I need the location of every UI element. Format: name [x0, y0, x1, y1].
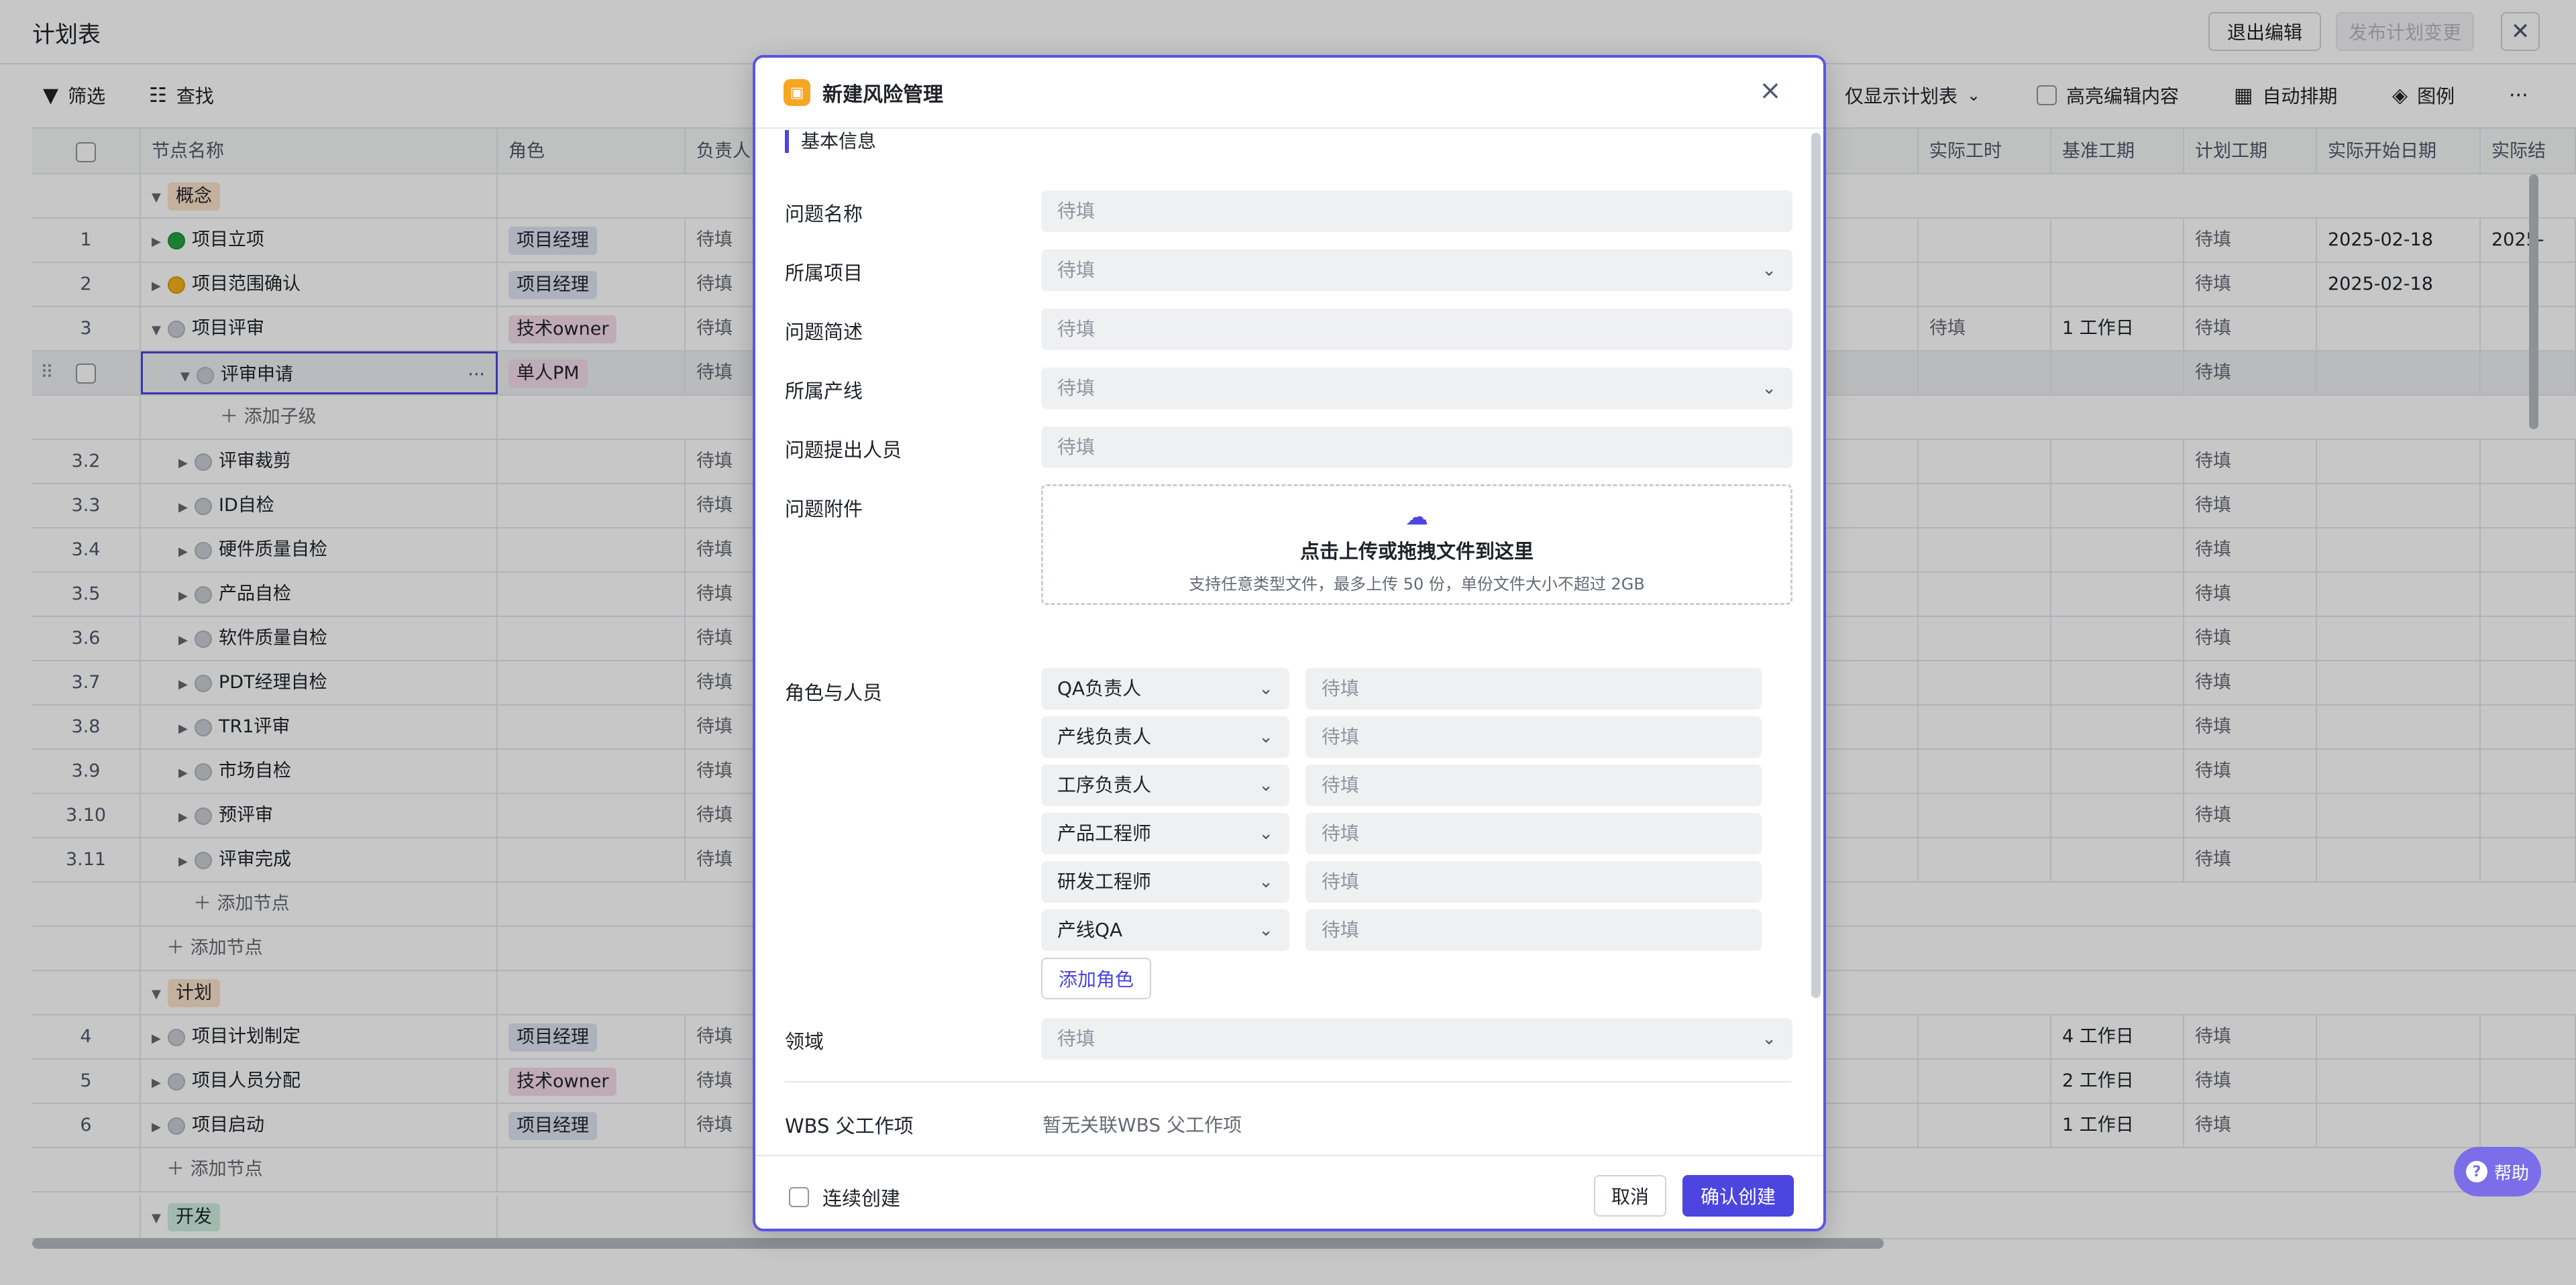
project-label: 所属项目	[785, 262, 863, 284]
continue-create-toggle[interactable]: 连续创建	[789, 1183, 900, 1211]
product-line-label: 所属产线	[785, 380, 863, 402]
cancel-button[interactable]: 取消	[1594, 1175, 1666, 1217]
role-select-value: 产线QA	[1057, 919, 1123, 941]
role-person-input[interactable]: 待填	[1305, 861, 1762, 903]
domain-label: 领域	[785, 1030, 824, 1053]
product-line-select[interactable]: 待填 ⌄	[1041, 368, 1792, 409]
domain-placeholder: 待填	[1057, 1027, 1095, 1050]
risk-logo-icon: ▣	[784, 79, 810, 106]
add-role-button[interactable]: 添加角色	[1041, 958, 1151, 999]
continue-create-checkbox[interactable]	[789, 1187, 809, 1207]
role-select-value: 工序负责人	[1057, 774, 1152, 796]
chevron-down-icon: ⌄	[1258, 727, 1273, 747]
upload-hint: 支持任意类型文件，最多上传 50 份，单份文件大小不超过 2GB	[1189, 575, 1645, 594]
summary-input[interactable]: 待填	[1041, 309, 1792, 350]
close-icon[interactable]: ×	[1754, 74, 1787, 107]
role-select[interactable]: QA负责人 ⌄	[1041, 668, 1289, 710]
product-line-placeholder: 待填	[1057, 377, 1095, 399]
upload-title: 点击上传或拖拽文件到这里	[1299, 540, 1534, 563]
help-label: 帮助	[2493, 1163, 2529, 1184]
issue-name-label: 问题名称	[785, 203, 863, 225]
reporter-input[interactable]: 待填	[1041, 427, 1792, 468]
role-select-value: 研发工程师	[1057, 871, 1152, 893]
cloud-upload-icon: ☁	[1405, 504, 1428, 530]
project-placeholder: 待填	[1057, 259, 1095, 281]
dialog-title: 新建风险管理	[822, 83, 943, 107]
dialog-header: ▣ 新建风险管理 ×	[755, 58, 1823, 129]
help-icon: ?	[2465, 1161, 2487, 1182]
role-person-input[interactable]: 待填	[1305, 765, 1762, 806]
role-select[interactable]: 研发工程师 ⌄	[1041, 861, 1289, 903]
divider	[785, 1081, 1791, 1082]
summary-label: 问题简述	[785, 321, 863, 343]
chevron-down-icon: ⌄	[1258, 679, 1273, 699]
chevron-down-icon: ⌄	[1762, 378, 1776, 398]
role-select[interactable]: 产线QA ⌄	[1041, 909, 1289, 951]
chevron-down-icon: ⌄	[1258, 775, 1273, 795]
dialog-scrollbar[interactable]	[1811, 133, 1821, 998]
role-select-value: QA负责人	[1057, 677, 1142, 700]
attachment-label: 问题附件	[785, 498, 863, 520]
wbs-label: WBS 父工作项	[785, 1115, 914, 1137]
confirm-create-button[interactable]: 确认创建	[1682, 1175, 1794, 1217]
role-select-value: 产线负责人	[1057, 726, 1152, 748]
chevron-down-icon: ⌄	[1762, 1029, 1776, 1049]
reporter-label: 问题提出人员	[785, 439, 902, 461]
project-select[interactable]: 待填 ⌄	[1041, 249, 1792, 291]
help-button[interactable]: ? 帮助	[2454, 1147, 2541, 1196]
role-person-input[interactable]: 待填	[1305, 813, 1762, 854]
continue-create-label: 连续创建	[822, 1187, 901, 1210]
roles-label: 角色与人员	[785, 681, 883, 704]
chevron-down-icon: ⌄	[1258, 920, 1273, 940]
section-title: 基本信息	[785, 130, 876, 153]
dialog-footer: 连续创建 取消 确认创建	[755, 1155, 1823, 1229]
upload-dropzone[interactable]: ☁ 点击上传或拖拽文件到这里 支持任意类型文件，最多上传 50 份，单份文件大小…	[1041, 484, 1792, 605]
role-person-input[interactable]: 待填	[1305, 716, 1762, 758]
role-select[interactable]: 工序负责人 ⌄	[1041, 765, 1289, 806]
chevron-down-icon: ⌄	[1258, 872, 1273, 892]
wbs-value: 暂无关联WBS 父工作项	[1042, 1114, 1242, 1136]
domain-select[interactable]: 待填 ⌄	[1041, 1018, 1792, 1060]
chevron-down-icon: ⌄	[1258, 824, 1273, 844]
role-person-input[interactable]: 待填	[1305, 668, 1762, 710]
role-person-input[interactable]: 待填	[1305, 909, 1762, 951]
chevron-down-icon: ⌄	[1762, 260, 1776, 280]
issue-name-input[interactable]: 待填	[1041, 190, 1792, 232]
new-risk-dialog: ▣ 新建风险管理 × 基本信息 问题名称 待填 所属项目 待填 ⌄ 问题简述 待填…	[753, 55, 1826, 1231]
role-select-value: 产品工程师	[1057, 822, 1152, 844]
role-select[interactable]: 产线负责人 ⌄	[1041, 716, 1289, 758]
role-select[interactable]: 产品工程师 ⌄	[1041, 813, 1289, 854]
